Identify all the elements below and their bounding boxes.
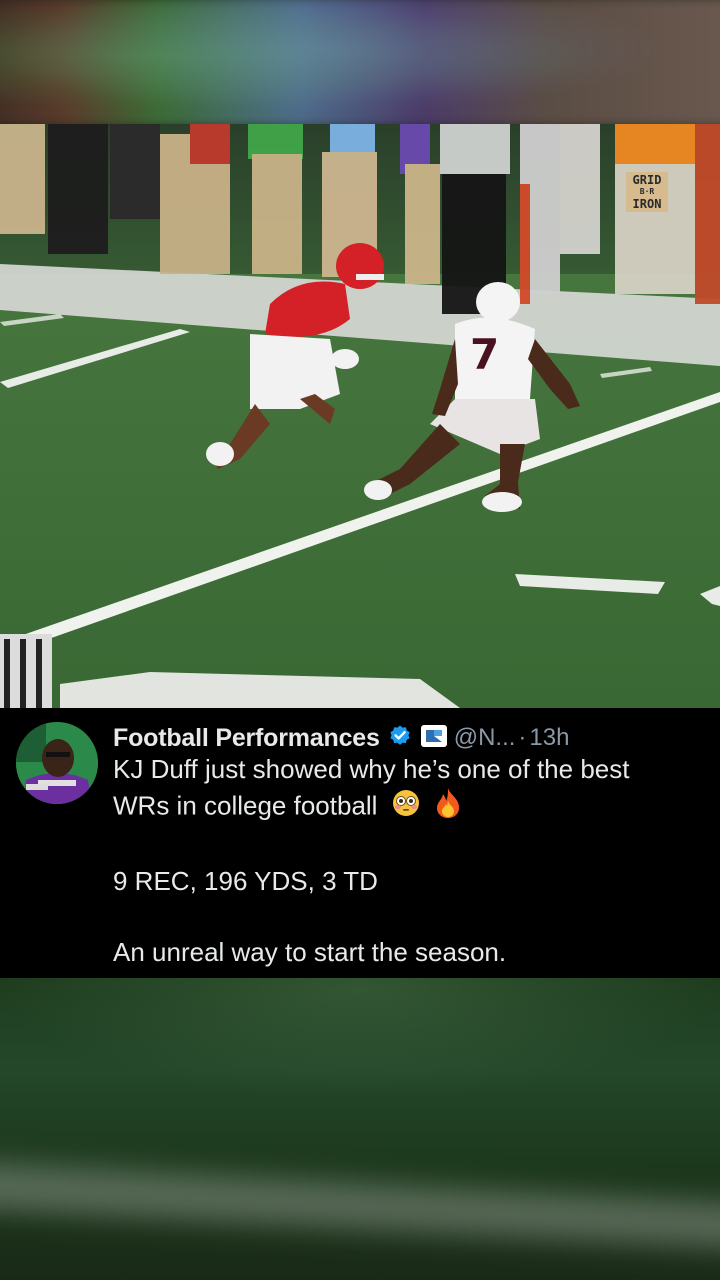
reel-page: 7 GRID B·R IRON Football Performances @N… [0, 0, 720, 1280]
watermark-top-text: GRID [632, 173, 662, 187]
verified-badge-icon[interactable] [388, 724, 412, 753]
tweet-text: KJ Duff just showed why he’s one of the … [113, 752, 703, 970]
flushed-face-icon [391, 788, 421, 827]
football-play-scene: 7 [0, 124, 720, 708]
gridiron-watermark-logo: GRID B·R IRON [626, 172, 668, 212]
blurred-background-top-overlay [0, 0, 720, 124]
blurred-background-bottom [0, 978, 720, 1280]
display-name[interactable]: Football Performances [113, 724, 380, 753]
fire-icon [434, 787, 462, 828]
avatar[interactable] [16, 722, 98, 804]
tweet-stats-line: 9 REC, 196 YDS, 3 TD [113, 866, 378, 896]
user-handle[interactable]: @N... [454, 724, 516, 752]
avatar-image [16, 722, 98, 804]
tweet-line-2-wrapper: WRs in college football [113, 787, 703, 828]
header-separator: · [518, 724, 527, 751]
tweet-closing-line: An unreal way to start the season. [113, 937, 507, 967]
tweet-card[interactable]: Football Performances @N... · 13h KJ Duf… [0, 708, 720, 978]
watermark-bottom-text: IRON [632, 197, 662, 211]
tweet-line-1: KJ Duff just showed why he’s one of the … [113, 754, 630, 784]
video-frame[interactable]: 7 GRID B·R IRON [0, 124, 720, 708]
jersey-number: 7 [470, 330, 499, 379]
referee-figure [0, 634, 52, 708]
blurred-field-stripe [0, 1162, 720, 1250]
affiliate-badge-icon[interactable] [420, 724, 448, 753]
tweet-line-2: WRs in college football [113, 790, 378, 821]
blurred-glow [0, 978, 720, 1098]
post-time[interactable]: 13h [529, 724, 569, 752]
